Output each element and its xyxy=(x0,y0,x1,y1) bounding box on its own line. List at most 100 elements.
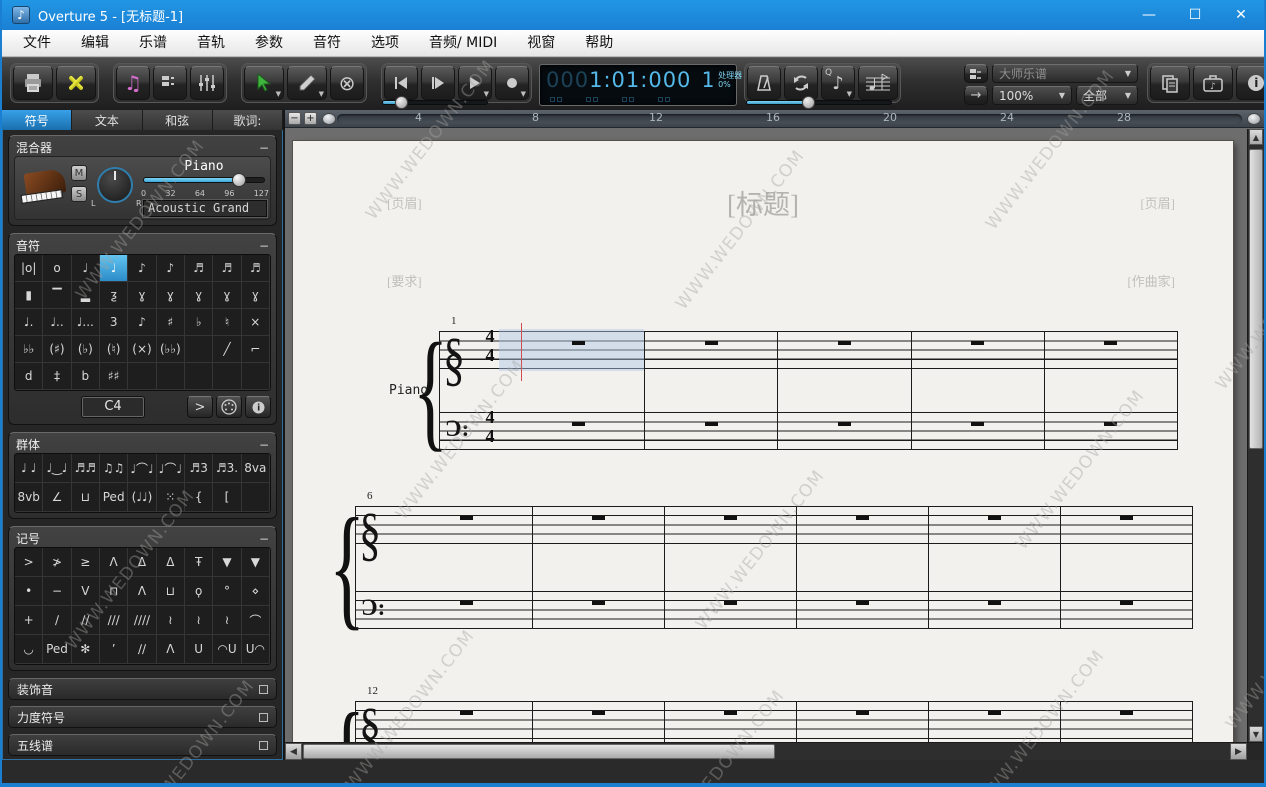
menu-item-1[interactable]: 编辑 xyxy=(66,30,124,56)
palette-cell[interactable]: ✻ xyxy=(71,635,100,664)
collapse-icon[interactable]: − xyxy=(259,141,269,155)
ruler-knob-left[interactable] xyxy=(322,112,336,125)
pitch-field[interactable]: C4 xyxy=(82,397,144,417)
palette-cell[interactable]: ▼ xyxy=(213,548,242,577)
menu-item-2[interactable]: 乐谱 xyxy=(124,30,182,56)
palette-cell[interactable] xyxy=(185,336,214,363)
collapse-icon[interactable]: − xyxy=(259,438,269,452)
palette-cell[interactable]: 8vb xyxy=(15,483,44,512)
pencil-tool-button[interactable]: ▼ xyxy=(287,66,327,100)
notation-button[interactable]: ♫ xyxy=(116,66,150,100)
palette-cell[interactable]: ▮ xyxy=(15,282,44,309)
palette-cell[interactable]: ♬ xyxy=(185,255,214,282)
palette-cell[interactable]: b xyxy=(71,363,100,390)
palette-cell[interactable]: Ŧ xyxy=(185,548,214,577)
palette-cell[interactable]: (♩♩) xyxy=(128,483,157,512)
palette-cell[interactable]: > xyxy=(15,548,44,577)
palette-cell[interactable]: ⊓ xyxy=(100,577,129,606)
palette-cell[interactable]: • xyxy=(15,577,44,606)
insertion-cursor[interactable] xyxy=(521,323,522,381)
menu-item-5[interactable]: 音符 xyxy=(298,30,356,56)
palette-cell[interactable]: d xyxy=(15,363,44,390)
vertical-scroll-thumb[interactable] xyxy=(1249,149,1263,449)
palette-cell[interactable]: ∕∕ xyxy=(128,635,157,664)
palette-cell[interactable]: ⌒ xyxy=(241,606,270,635)
palette-cell[interactable]: ▔ xyxy=(43,282,72,309)
palette-cell[interactable]: U xyxy=(185,635,214,664)
palette-cell[interactable]: 3 xyxy=(100,309,129,336)
play-note-button[interactable]: > xyxy=(187,396,213,418)
palette-cell[interactable]: ▼ xyxy=(241,548,270,577)
vertical-scrollbar[interactable]: ▲ ▼ xyxy=(1247,129,1264,742)
transport-position-slider[interactable] xyxy=(382,96,488,109)
palette-cell[interactable] xyxy=(241,363,270,390)
loop-button[interactable] xyxy=(784,66,818,100)
expand-icon[interactable] xyxy=(259,684,268,694)
palette-cell[interactable]: ♪ xyxy=(128,255,157,282)
palette-cell[interactable]: ♭♭ xyxy=(15,336,44,363)
palette-cell[interactable]: ∕ xyxy=(43,606,72,635)
tempo-slider[interactable] xyxy=(746,96,892,109)
palette-cell[interactable]: ⁙ xyxy=(156,483,185,512)
palette-cell[interactable]: ɣ xyxy=(213,282,242,309)
palette-cell[interactable]: ≀ xyxy=(185,606,214,635)
palette-cell[interactable] xyxy=(128,363,157,390)
palette-cell[interactable]: ⌐ xyxy=(241,336,270,363)
palette-cell[interactable]: ♬3 xyxy=(185,454,214,483)
volume-slider[interactable] xyxy=(143,173,265,187)
zoom-in-button[interactable]: + xyxy=(304,112,317,125)
score-select-dropdown[interactable]: 大师乐谱 ▼ xyxy=(992,64,1138,83)
palette-cell[interactable]: ♩.. xyxy=(43,309,72,336)
palette-cell[interactable]: ♬♬ xyxy=(71,454,100,483)
ruler-strip[interactable]: 4 8 12 16 20 24 28 xyxy=(337,111,1242,124)
metronome-button[interactable] xyxy=(747,66,781,100)
palette-cell[interactable]: Ped xyxy=(43,635,72,664)
palette-cell[interactable]: ♬ xyxy=(241,255,270,282)
palette-cell[interactable]: ⊔ xyxy=(156,577,185,606)
palette-cell[interactable]: ♯♯ xyxy=(100,363,129,390)
tab-0[interactable]: 符号 xyxy=(2,110,73,130)
palette-cell[interactable]: ♪ xyxy=(128,309,157,336)
palette-cell[interactable]: ♩ xyxy=(71,255,100,282)
menu-item-7[interactable]: 音频/ MIDI xyxy=(414,30,512,56)
print-button[interactable] xyxy=(13,66,53,100)
expand-icon[interactable] xyxy=(259,712,268,722)
collapsed-panel-1[interactable]: 力度符号 xyxy=(8,706,277,728)
palette-cell[interactable]: Ped xyxy=(100,483,129,512)
palette-cell[interactable]: ◡ xyxy=(15,635,44,664)
tools-button[interactable] xyxy=(56,66,96,100)
tab-2[interactable]: 和弦 xyxy=(142,110,213,130)
eraser-tool-button[interactable]: ⊗ xyxy=(330,66,364,100)
composer-placeholder[interactable]: [作曲家] xyxy=(1127,271,1175,290)
quantize-button[interactable]: Q ♪ ▼ xyxy=(821,66,855,100)
palette-cell[interactable]: ɣ xyxy=(128,282,157,309)
palette-cell[interactable]: ° xyxy=(213,577,242,606)
pan-knob[interactable] xyxy=(97,167,133,203)
palette-cell[interactable]: ∕∕ xyxy=(71,606,100,635)
palette-cell[interactable]: ♭ xyxy=(185,309,214,336)
record-button[interactable]: ▼ xyxy=(495,66,529,100)
palette-cell[interactable]: ’ xyxy=(100,635,129,664)
library-button[interactable]: ♪ xyxy=(1193,66,1233,100)
zoom-dropdown[interactable]: 100% ▼ xyxy=(992,86,1072,105)
menu-item-6[interactable]: 选项 xyxy=(356,30,414,56)
palette-cell[interactable]: [ xyxy=(213,483,242,512)
palette-cell[interactable]: (♭♭) xyxy=(156,336,185,363)
tab-1[interactable]: 文本 xyxy=(72,110,143,130)
scroll-down-arrow[interactable]: ▼ xyxy=(1249,726,1263,742)
ruler-knob-right[interactable] xyxy=(1247,113,1261,125)
track-view-button[interactable] xyxy=(964,64,988,83)
palette-cell[interactable]: ♮ xyxy=(213,309,242,336)
palette-cell[interactable]: ♩⌒♩ xyxy=(156,454,185,483)
palette-cell[interactable]: Λ xyxy=(156,635,185,664)
palette-cell[interactable]: ♩... xyxy=(71,309,100,336)
collapse-icon[interactable]: − xyxy=(259,532,269,546)
palette-cell[interactable]: ◠U xyxy=(213,635,242,664)
palette-cell[interactable]: ╱ xyxy=(213,336,242,363)
score-canvas[interactable]: [页眉] [页眉] [标题] [要求] [作曲家] {1 § Ɔ: 4 4 4 4 Piano… xyxy=(285,129,1264,742)
palette-cell[interactable]: (♮) xyxy=(100,336,129,363)
palette-cell[interactable]: ‡ xyxy=(43,363,72,390)
palette-cell[interactable]: ≯ xyxy=(43,548,72,577)
menu-item-8[interactable]: 视窗 xyxy=(512,30,570,56)
palette-cell[interactable]: ♯ xyxy=(156,309,185,336)
